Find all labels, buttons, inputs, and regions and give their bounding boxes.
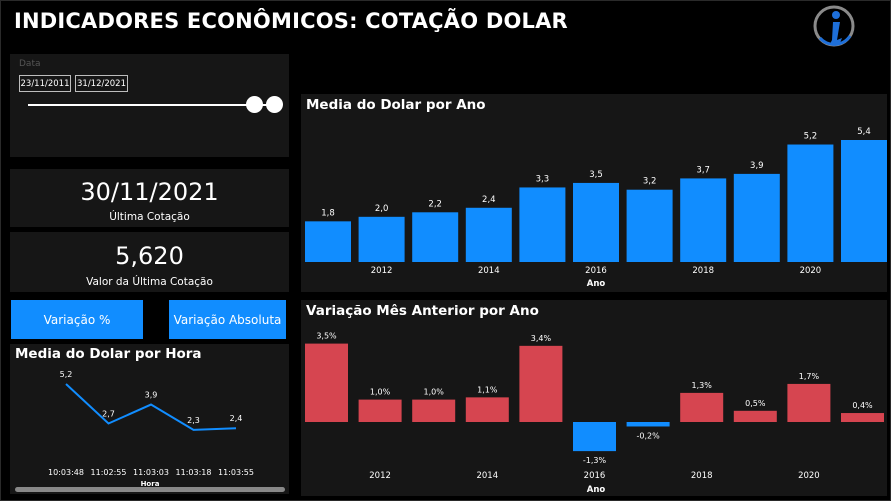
variation-bar-label: 1,3%	[692, 381, 713, 390]
year-tick-label: 2020	[800, 266, 822, 276]
year-bar-label: 2,0	[375, 204, 389, 214]
variation-bar-label: 3,5%	[316, 332, 337, 341]
slicer-label: Data	[19, 59, 41, 69]
variation-bar-label: 3,4%	[531, 334, 552, 343]
variation-bar	[841, 413, 884, 422]
last-date-value: 30/11/2021	[80, 178, 219, 206]
year-bar	[733, 173, 780, 262]
year-bar-label: 1,8	[321, 208, 335, 218]
last-date-label: Última Cotação	[109, 211, 190, 223]
year-bar-label: 3,5	[589, 170, 603, 180]
page-title: INDICADORES ECONÔMICOS: COTAÇÃO DOLAR	[14, 9, 568, 33]
yearly-bar-chart: 1,8 2,0 2,2 2,4 3,3 3,5 3,2 3,7 3,9 5,2 5,4 2012 201…	[305, 127, 887, 289]
year-tick-label: 2016	[585, 266, 607, 276]
year-bar-label: 2,4	[482, 195, 496, 205]
date-slider-track[interactable]	[28, 104, 272, 106]
variation-bar-label: 0,4%	[852, 401, 873, 410]
variation-bar-label: 1,0%	[424, 388, 445, 397]
year-tick-label: 2018	[692, 266, 714, 276]
variation-bar-label: -0,2%	[636, 431, 660, 440]
hourly-tick-label: 11:03:55	[218, 468, 254, 477]
year-tick-label: 2014	[478, 266, 500, 276]
variation-bar	[787, 383, 831, 422]
last-value-label: Valor da Última Cotação	[86, 276, 213, 288]
year-bar-label: 3,3	[536, 174, 550, 184]
hourly-point-label: 2,4	[230, 414, 243, 423]
year-bar	[519, 187, 566, 262]
variation-bar-label: -1,3%	[583, 456, 607, 465]
hourly-point-label: 5,2	[60, 370, 73, 379]
variation-bar	[305, 343, 348, 422]
logo-icon	[813, 5, 855, 47]
year-bar	[626, 189, 673, 262]
variation-bar-chart: 3,5% 1,0% 1,0% 1,1% 3,4% -1,3% -0,2% 1,3% 0,5% 1,…	[305, 332, 884, 495]
year-axis-label: Ano	[587, 279, 606, 289]
variation-axis-label: Ano	[587, 485, 606, 495]
variation-bar	[573, 422, 616, 452]
year-bar	[573, 182, 619, 262]
variation-tick-label: 2018	[691, 471, 713, 481]
variation-tick-label: 2016	[584, 471, 606, 481]
last-value-value: 5,620	[115, 242, 184, 270]
variation-bar	[358, 399, 402, 422]
year-bar	[787, 144, 834, 262]
hourly-point-label: 2,3	[187, 416, 200, 425]
variation-bar	[733, 410, 777, 422]
hourly-tick-label: 11:03:18	[176, 468, 212, 477]
variation-bar-label: 1,7%	[799, 372, 820, 381]
year-bar-label: 3,7	[696, 165, 710, 175]
slider-end-handle[interactable]	[266, 96, 283, 113]
hourly-chart-scrollbar[interactable]	[15, 487, 285, 492]
hourly-tick-label: 10:03:48	[48, 468, 84, 477]
variation-tick-label: 2012	[369, 471, 391, 481]
year-bar-label: 3,9	[750, 161, 764, 171]
hourly-tick-label: 11:02:55	[91, 468, 127, 477]
end-date-input[interactable]: 31/12/2021	[75, 75, 128, 92]
variation-bar	[519, 345, 563, 422]
slider-start-handle[interactable]	[246, 96, 263, 113]
year-bar-label: 5,4	[857, 127, 871, 137]
year-bar-label: 3,2	[643, 177, 657, 187]
year-bar-label: 2,2	[428, 199, 442, 209]
start-date-input[interactable]: 23/11/2011	[19, 75, 71, 92]
hourly-point-label: 2,7	[102, 410, 115, 419]
year-tick-label: 2012	[371, 266, 393, 276]
hourly-line-chart: 5,2 10:03:48 2,7 11:02:55 3,9 11:03:03 2,3 11:0…	[48, 370, 254, 488]
variation-tick-label: 2014	[476, 471, 498, 481]
variation-absolute-button[interactable]: Variação Absoluta	[169, 300, 286, 339]
year-bar	[358, 216, 405, 262]
hourly-point-label: 3,9	[145, 391, 158, 400]
year-bar	[412, 212, 459, 262]
variation-bar	[680, 392, 724, 422]
year-bar	[465, 207, 512, 262]
variation-bar	[626, 422, 670, 427]
variation-bar-label: 1,1%	[477, 385, 498, 394]
variation-bar-label: 1,0%	[370, 388, 391, 397]
variation-percent-button[interactable]: Variação %	[11, 300, 143, 339]
variation-bar-label: 0,5%	[745, 399, 766, 408]
year-bar	[841, 140, 887, 262]
variation-tick-label: 2020	[798, 471, 820, 481]
hourly-tick-label: 11:03:03	[133, 468, 169, 477]
year-bar-label: 5,2	[804, 132, 818, 142]
variation-bar	[465, 397, 509, 422]
year-bar	[305, 221, 351, 262]
year-bar	[680, 178, 727, 262]
variation-bar	[412, 399, 456, 422]
